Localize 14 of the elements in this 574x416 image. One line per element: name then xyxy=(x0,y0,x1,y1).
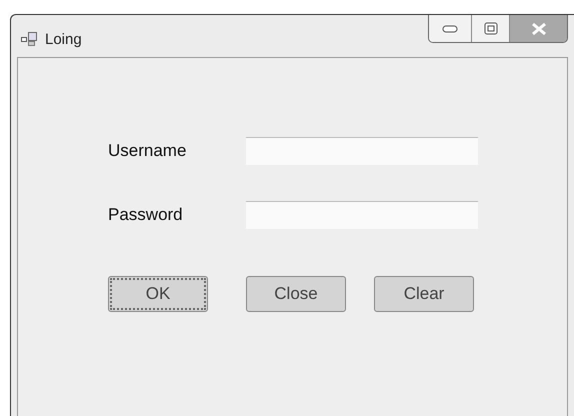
dialog-button[interactable]: Clear xyxy=(374,276,474,312)
minimize-button[interactable] xyxy=(429,15,471,42)
input-field[interactable] xyxy=(246,201,478,229)
app-icon xyxy=(21,32,37,46)
field-label: Username xyxy=(108,141,188,161)
minimize-icon xyxy=(442,24,458,32)
dialog-button[interactable]: OK xyxy=(108,276,208,312)
input-field[interactable] xyxy=(246,137,478,165)
maximize-button[interactable] xyxy=(471,15,509,42)
maximize-icon xyxy=(484,22,498,35)
window-title: Loing xyxy=(45,31,83,48)
dialog-button[interactable]: Close xyxy=(246,276,346,312)
field-label: Password xyxy=(108,205,184,225)
close-icon xyxy=(530,22,548,36)
